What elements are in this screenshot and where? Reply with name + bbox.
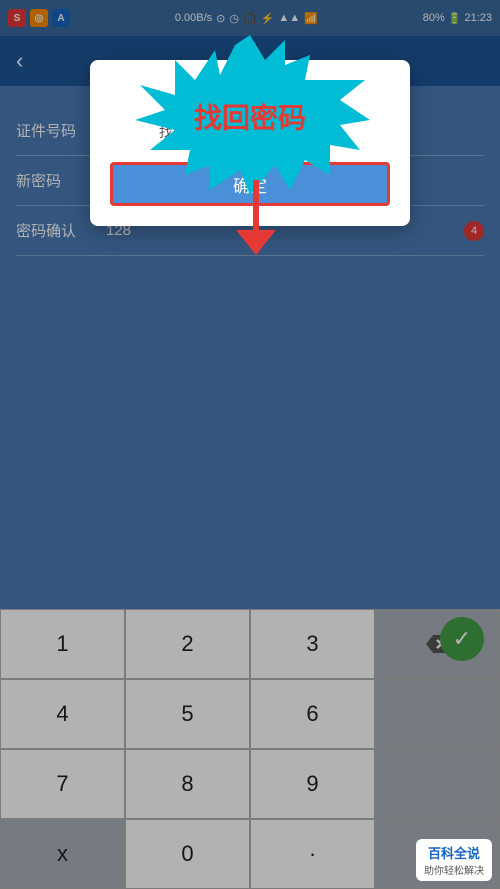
- app-wrapper: S ◎ A 0.00B/s ⊙ ◷ 🎧 ⚡ ▲▲ 📶 80% 🔋 21:23 ‹…: [0, 0, 500, 889]
- watermark-title: 百科全说: [424, 843, 484, 862]
- tooltip-text: 找回密码: [194, 101, 306, 133]
- watermark: 百科全说 助你轻松解决: [416, 839, 492, 881]
- tooltip-container: 找回密码: [130, 30, 370, 200]
- watermark-subtitle: 助你轻松解决: [424, 862, 484, 877]
- arrow-svg: [226, 180, 286, 260]
- tooltip-bubble-svg: 找回密码: [130, 30, 370, 200]
